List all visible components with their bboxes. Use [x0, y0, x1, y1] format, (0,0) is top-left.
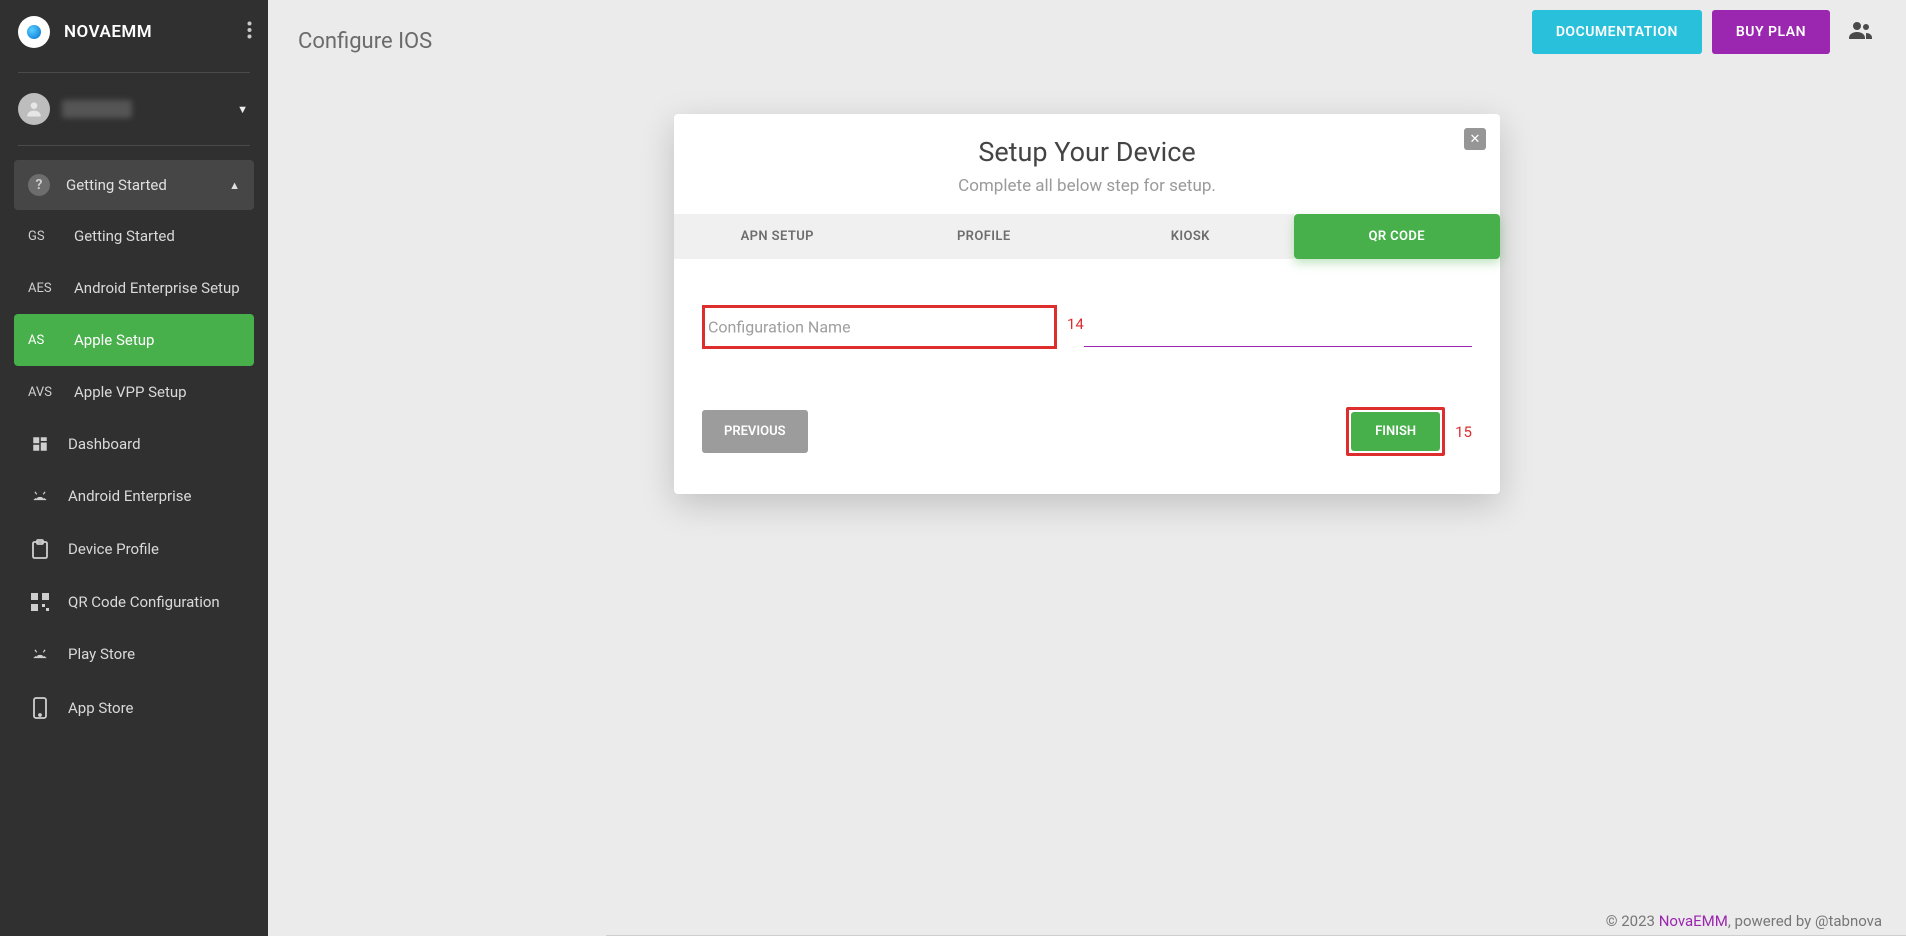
- divider: [18, 145, 250, 146]
- more-vert-icon[interactable]: [247, 21, 252, 43]
- chevron-down-icon: ▼: [237, 103, 248, 116]
- android-icon: [28, 647, 52, 661]
- avatar: [18, 93, 50, 125]
- buy-plan-button[interactable]: BUY PLAN: [1712, 10, 1830, 54]
- tab-apn-setup[interactable]: APN SETUP: [674, 214, 881, 259]
- nav-label: App Store: [68, 699, 133, 717]
- nav-label: Dashboard: [68, 435, 141, 453]
- tab-kiosk[interactable]: KIOSK: [1087, 214, 1294, 259]
- qr-icon: [28, 593, 52, 611]
- annotation-box-15: FINISH: [1346, 407, 1445, 456]
- annotation-15: 15: [1455, 423, 1472, 441]
- config-name-field-wrap: Configuration Name 14: [702, 305, 1472, 349]
- divider: [18, 72, 250, 73]
- android-icon: [28, 489, 52, 503]
- nav-abbr: GS: [28, 229, 58, 244]
- clipboard-icon: [28, 539, 52, 559]
- input-underline: [1084, 346, 1472, 347]
- previous-button[interactable]: PREVIOUS: [702, 410, 808, 453]
- nav-label: Play Store: [68, 645, 135, 663]
- nav-app-store[interactable]: App Store: [14, 680, 254, 736]
- nav-sub-apple-vpp-setup[interactable]: AVS Apple VPP Setup: [14, 366, 254, 418]
- nav-abbr: AES: [28, 281, 58, 296]
- brand-logo: [18, 16, 50, 48]
- card-body: Configuration Name 14 PREVIOUS FINISH 15: [674, 259, 1500, 494]
- tab-profile[interactable]: PROFILE: [881, 214, 1088, 259]
- nav-qr-code-configuration[interactable]: QR Code Configuration: [14, 576, 254, 628]
- close-icon[interactable]: ✕: [1464, 128, 1486, 150]
- chevron-up-icon: ▲: [229, 179, 240, 192]
- card-title: Setup Your Device: [694, 136, 1480, 168]
- nav-dashboard[interactable]: Dashboard: [14, 418, 254, 470]
- card-header: Setup Your Device Complete all below ste…: [674, 114, 1500, 214]
- nav-label: QR Code Configuration: [68, 593, 220, 611]
- phone-icon: [28, 697, 52, 719]
- nav-android-enterprise[interactable]: Android Enterprise: [14, 470, 254, 522]
- tab-qr-code[interactable]: QR CODE: [1294, 214, 1501, 259]
- dashboard-icon: [28, 435, 52, 453]
- people-icon[interactable]: [1840, 21, 1882, 43]
- config-name-input[interactable]: [702, 305, 1057, 349]
- user-name: [62, 100, 132, 118]
- footer-powered: , powered by @tabnova: [1728, 912, 1882, 930]
- nav-play-store[interactable]: Play Store: [14, 628, 254, 680]
- page-title: Configure IOS: [298, 29, 432, 54]
- nav-device-profile[interactable]: Device Profile: [14, 522, 254, 576]
- sidebar: NOVAEMM ▼ ? Getting Started ▲ GS Getting…: [0, 0, 268, 936]
- card-subtitle: Complete all below step for setup.: [694, 176, 1480, 196]
- help-icon: ?: [28, 174, 50, 196]
- main: Configure IOS DOCUMENTATION BUY PLAN ✕ S…: [268, 0, 1906, 936]
- documentation-button[interactable]: DOCUMENTATION: [1532, 10, 1702, 54]
- sidebar-nav: ? Getting Started ▲ GS Getting Started A…: [0, 154, 268, 776]
- nav-group-label: Getting Started: [66, 176, 167, 194]
- nav-sub-android-enterprise-setup[interactable]: AES Android Enterprise Setup: [14, 262, 254, 314]
- nav-abbr: AS: [28, 333, 58, 348]
- nav-group-getting-started[interactable]: ? Getting Started ▲: [14, 160, 254, 210]
- nav-sub-apple-setup[interactable]: AS Apple Setup: [14, 314, 254, 366]
- top-actions: DOCUMENTATION BUY PLAN: [1532, 10, 1882, 54]
- setup-card: ✕ Setup Your Device Complete all below s…: [674, 114, 1500, 494]
- brand-name: NOVAEMM: [64, 22, 152, 42]
- topbar: Configure IOS DOCUMENTATION BUY PLAN: [268, 0, 1906, 74]
- finish-button[interactable]: FINISH: [1351, 412, 1440, 451]
- nav-label: Device Profile: [68, 540, 159, 558]
- nav-abbr: AVS: [28, 385, 58, 400]
- annotation-14: 14: [1067, 315, 1084, 333]
- card-tabs: APN SETUP PROFILE KIOSK QR CODE: [674, 214, 1500, 259]
- brand-row: NOVAEMM: [0, 0, 268, 64]
- nav-label: Apple VPP Setup: [74, 383, 187, 401]
- user-dropdown[interactable]: ▼: [0, 81, 268, 137]
- finish-wrap: FINISH 15: [1346, 407, 1472, 456]
- nav-label: Android Enterprise: [68, 487, 191, 505]
- nav-label: Android Enterprise Setup: [74, 279, 240, 297]
- nav-sub-getting-started[interactable]: GS Getting Started: [14, 210, 254, 262]
- nav-label: Apple Setup: [74, 331, 154, 349]
- nav-label: Getting Started: [74, 227, 175, 245]
- footer-copy-prefix: © 2023: [1606, 912, 1659, 930]
- footer-brand-link[interactable]: NovaEMM: [1659, 912, 1728, 930]
- footer: © 2023 NovaEMM, powered by @tabnova: [1606, 912, 1882, 930]
- card-actions: PREVIOUS FINISH 15: [702, 407, 1472, 456]
